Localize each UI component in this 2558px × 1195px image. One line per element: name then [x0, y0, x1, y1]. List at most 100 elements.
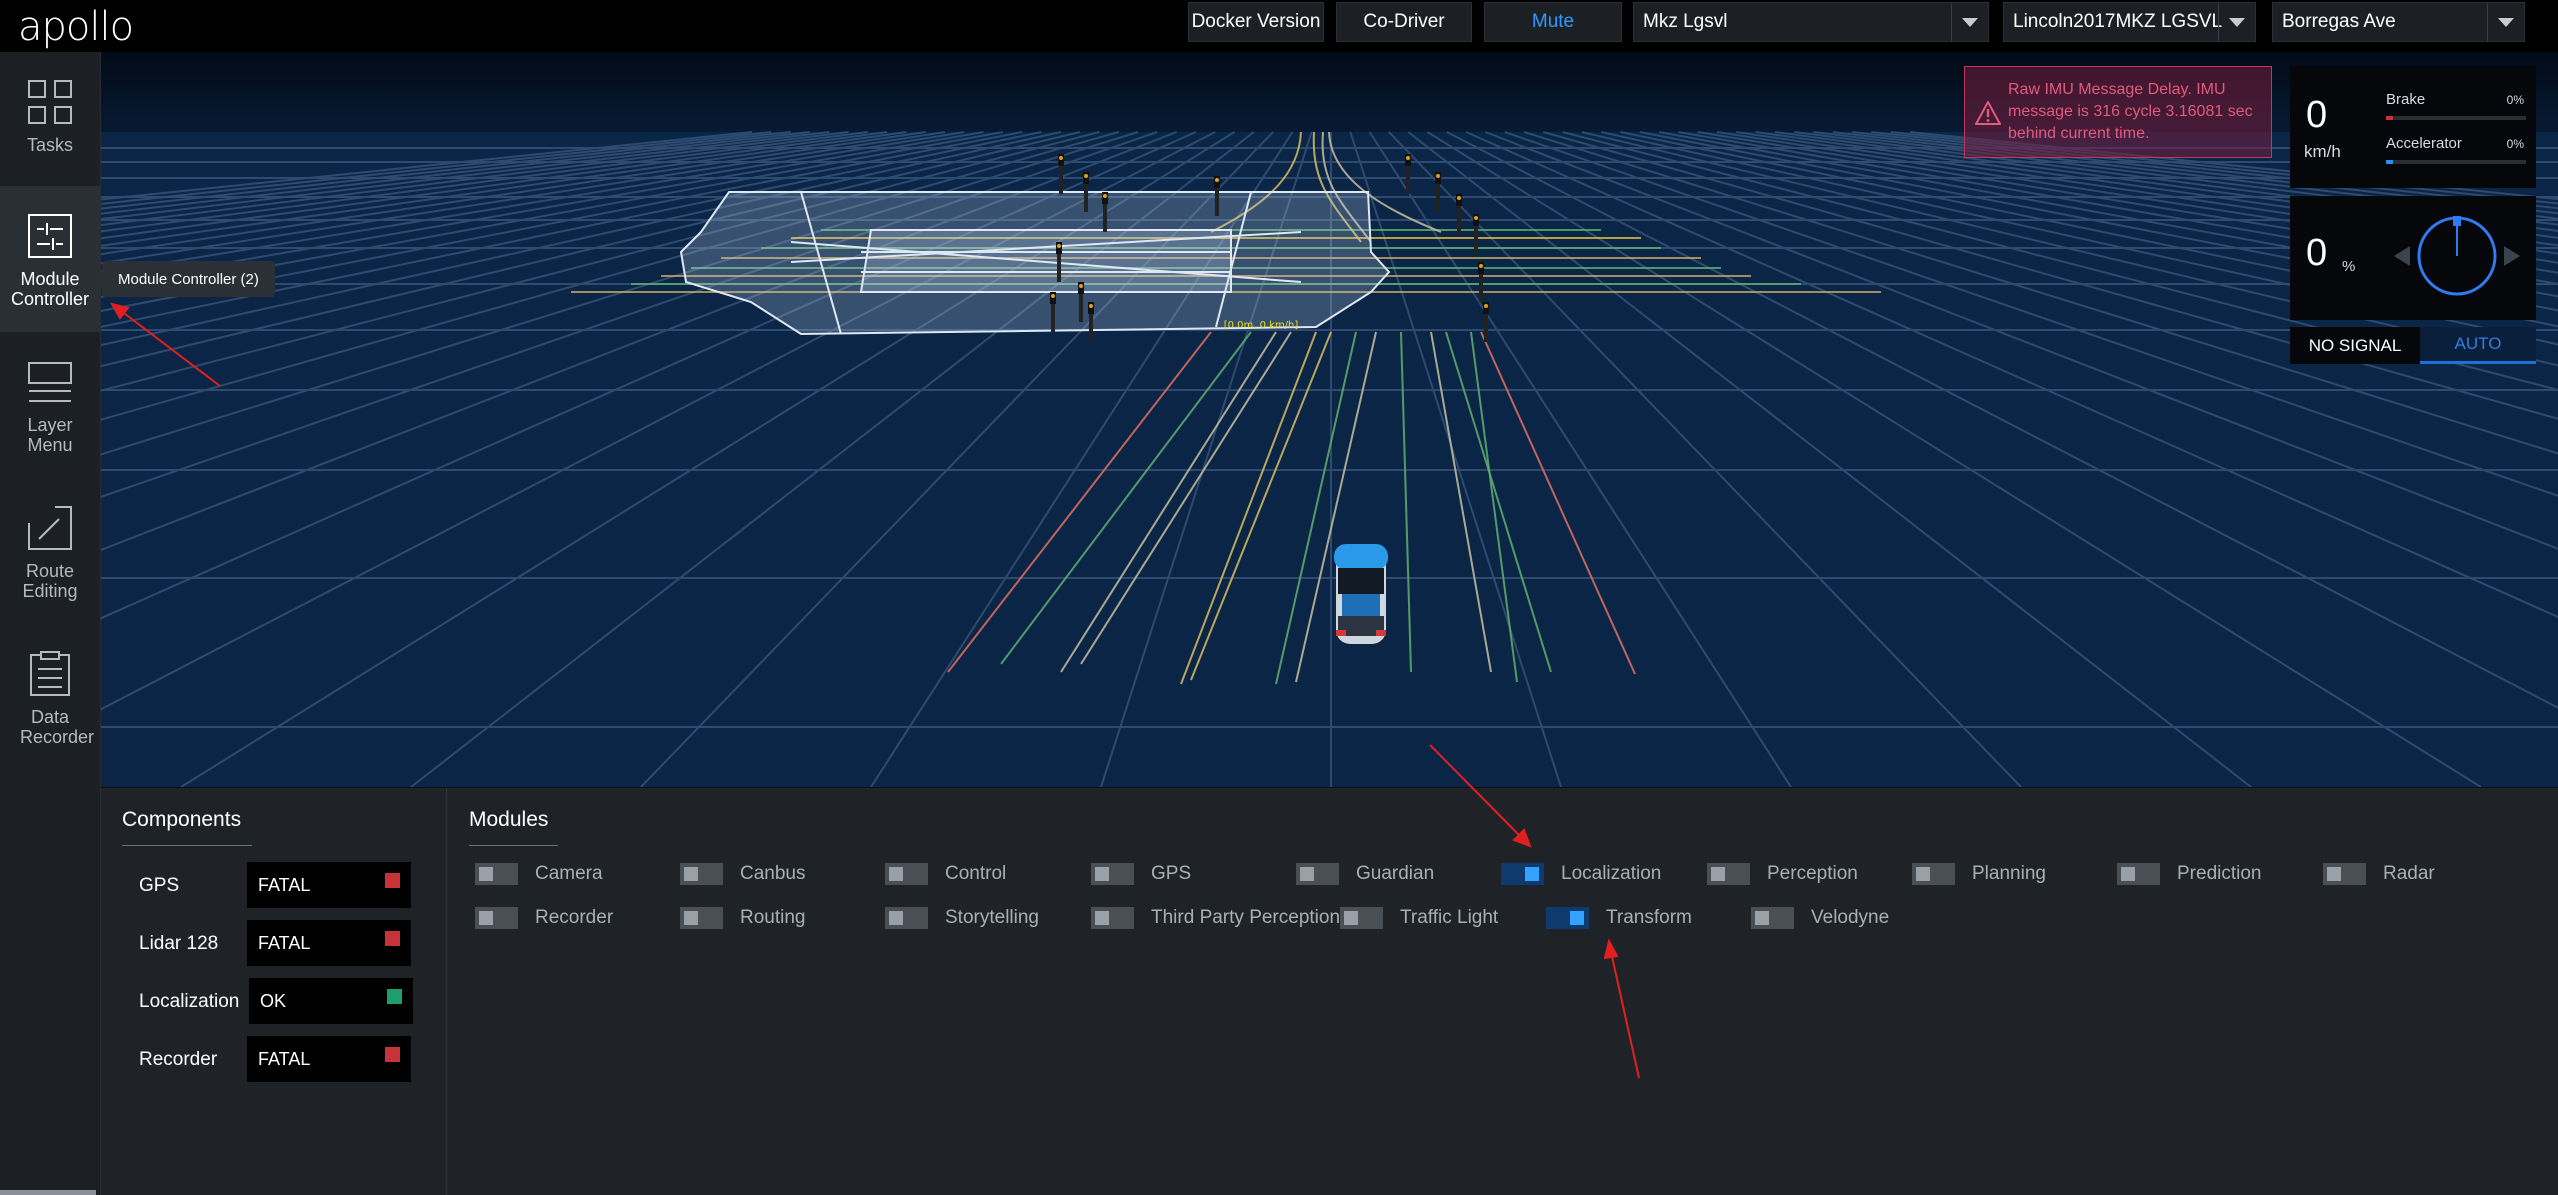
module-toggle[interactable]: [1546, 907, 1589, 929]
sidebar-scrollbar[interactable]: [0, 1190, 96, 1195]
module-label: Planning: [1972, 863, 2046, 884]
lane-label: [0.0m, 0 km/h]: [1224, 320, 1299, 331]
module-toggle[interactable]: [1707, 863, 1750, 885]
module-localization[interactable]: Localization: [1501, 859, 1661, 889]
module-toggle[interactable]: [885, 863, 928, 885]
sidebar-item-label: Module Controller: [10, 269, 90, 309]
toggle-knob: [1570, 911, 1584, 925]
module-control[interactable]: Control: [885, 859, 1006, 889]
accelerator-bar-fill: [2386, 160, 2393, 164]
status-indicator: [385, 873, 400, 888]
sidebar-item-label: Tasks: [26, 135, 73, 155]
module-storytelling[interactable]: Storytelling: [885, 903, 1039, 933]
module-toggle[interactable]: [2323, 863, 2366, 885]
accelerator-bar: [2386, 160, 2526, 164]
mode-select[interactable]: Mkz Lgsvl: [1633, 2, 1989, 42]
ego-car-icon: [1334, 544, 1388, 644]
map-select[interactable]: Borregas Ave: [2272, 2, 2525, 42]
sidebar-item-data-recorder[interactable]: Data Recorder: [0, 624, 100, 766]
scene-canvas[interactable]: [0.0m, 0 km/h]: [101, 52, 2558, 787]
toggle-knob: [1300, 867, 1314, 881]
module-radar[interactable]: Radar: [2323, 859, 2435, 889]
steering-wheel-icon: [2394, 216, 2520, 296]
steering-unit: %: [2342, 258, 2356, 275]
chevron-down-icon[interactable]: [2218, 3, 2255, 41]
mute-button[interactable]: Mute: [1484, 2, 1622, 42]
module-velodyne[interactable]: Velodyne: [1751, 903, 1889, 933]
toggle-knob: [1525, 867, 1539, 881]
status-indicator: [385, 1047, 400, 1062]
module-toggle[interactable]: [1501, 863, 1544, 885]
mode-select-value: Mkz Lgsvl: [1643, 11, 1728, 32]
sidebar-item-route-editing[interactable]: Route Editing: [0, 478, 100, 620]
module-toggle[interactable]: [1296, 863, 1339, 885]
sidebar: Tasks Module Controller Layer Menu Route…: [0, 52, 101, 1195]
module-toggle[interactable]: [885, 907, 928, 929]
toggle-knob: [684, 911, 698, 925]
module-toggle[interactable]: [680, 863, 723, 885]
module-toggle[interactable]: [2117, 863, 2160, 885]
module-planning[interactable]: Planning: [1912, 859, 2046, 889]
component-status-box: FATAL: [247, 920, 411, 966]
module-toggle[interactable]: [680, 907, 723, 929]
toggle-knob: [1711, 867, 1725, 881]
module-canbus[interactable]: Canbus: [680, 859, 806, 889]
scene-view[interactable]: [0.0m, 0 km/h]: [101, 52, 2558, 787]
co-driver-button[interactable]: Co-Driver: [1336, 2, 1472, 42]
components-title: Components: [122, 808, 242, 831]
module-toggle[interactable]: [1091, 863, 1134, 885]
module-routing[interactable]: Routing: [680, 903, 806, 933]
module-toggle[interactable]: [1912, 863, 1955, 885]
sidebar-item-label: Layer Menu: [27, 415, 73, 455]
speed-value: 0: [2306, 94, 2328, 136]
chevron-down-icon[interactable]: [1951, 3, 1988, 41]
module-toggle[interactable]: [1091, 907, 1134, 929]
vehicle-select[interactable]: Lincoln2017MKZ LGSVL: [2003, 2, 2256, 42]
module-transform[interactable]: Transform: [1546, 903, 1692, 933]
module-toggle[interactable]: [1340, 907, 1383, 929]
accelerator-percent: 0%: [2506, 137, 2524, 151]
component-status: FATAL: [258, 933, 311, 953]
module-recorder[interactable]: Recorder: [475, 903, 613, 933]
component-row: Recorder FATAL: [101, 1036, 446, 1084]
grid-icon: [28, 80, 72, 124]
sidebar-item-layer-menu[interactable]: Layer Menu: [0, 332, 100, 474]
component-row: GPS FATAL: [101, 862, 446, 910]
components-title-underline: [122, 845, 252, 846]
module-camera[interactable]: Camera: [475, 859, 603, 889]
module-label: Velodyne: [1811, 907, 1890, 928]
component-status-box: FATAL: [247, 1036, 411, 1082]
module-label: GPS: [1151, 863, 1192, 884]
toggle-knob: [1344, 911, 1358, 925]
turn-signal-status: NO SIGNAL: [2290, 327, 2420, 364]
component-status-box: OK: [249, 978, 413, 1024]
chevron-down-icon[interactable]: [2487, 3, 2524, 41]
status-indicator: [387, 989, 402, 1004]
sidebar-item-tasks[interactable]: Tasks: [0, 52, 100, 194]
toggle-knob: [479, 911, 493, 925]
module-guardian[interactable]: Guardian: [1296, 859, 1434, 889]
module-label: Recorder: [535, 907, 614, 928]
component-status: FATAL: [258, 1049, 311, 1069]
toggle-knob: [2327, 867, 2341, 881]
module-perception[interactable]: Perception: [1707, 859, 1858, 889]
intersection-crosswalk: [679, 191, 1391, 336]
steering-value: 0: [2306, 232, 2328, 274]
brake-bar-fill: [2386, 116, 2393, 120]
drive-mode-status[interactable]: AUTO: [2420, 327, 2536, 364]
apollo-logo: apollo: [18, 4, 134, 50]
module-label: Canbus: [740, 863, 806, 884]
status-indicator: [385, 931, 400, 946]
module-traffic-light[interactable]: Traffic Light: [1340, 903, 1498, 933]
docker-version-button[interactable]: Docker Version: [1188, 2, 1324, 42]
module-label: Storytelling: [945, 907, 1039, 928]
module-gps[interactable]: GPS: [1091, 859, 1191, 889]
module-toggle[interactable]: [475, 863, 518, 885]
map-select-value: Borregas Ave: [2282, 11, 2396, 32]
module-toggle[interactable]: [475, 907, 518, 929]
sidebar-item-module-controller[interactable]: Module Controller: [0, 186, 100, 332]
toggle-knob: [684, 867, 698, 881]
module-third-party-perception[interactable]: Third Party Perception: [1091, 903, 1340, 933]
module-toggle[interactable]: [1751, 907, 1794, 929]
module-prediction[interactable]: Prediction: [2117, 859, 2262, 889]
